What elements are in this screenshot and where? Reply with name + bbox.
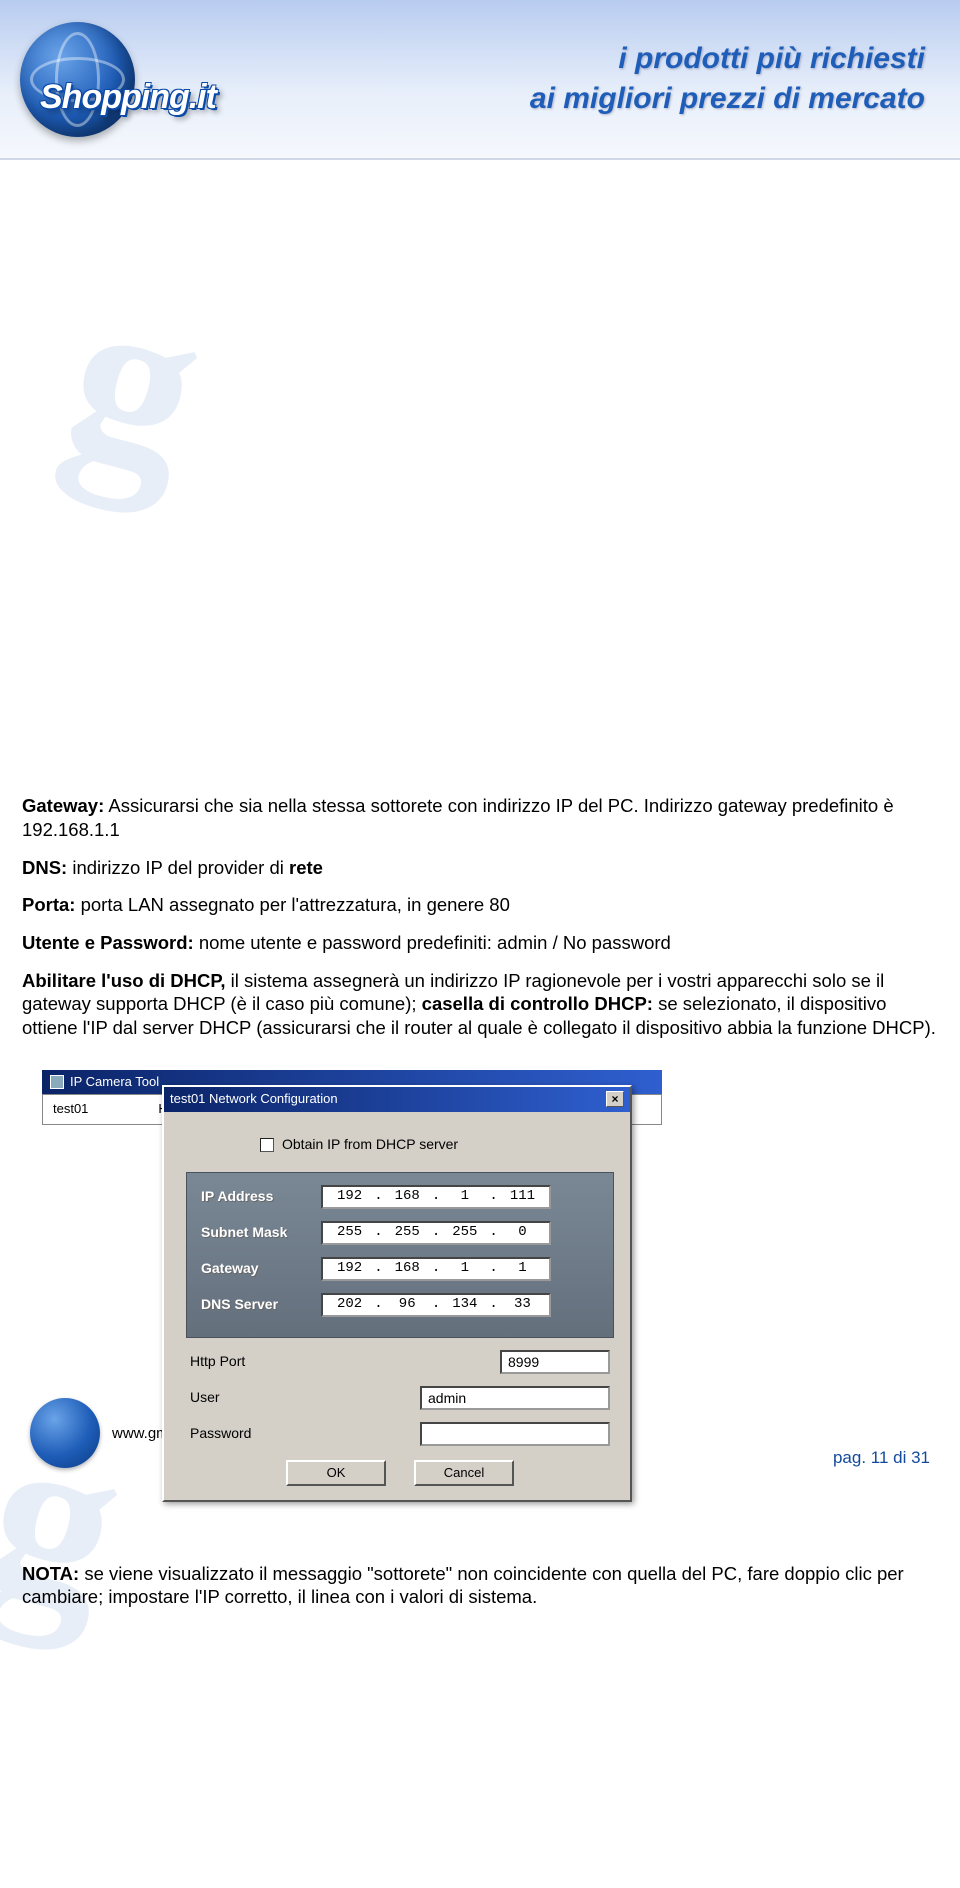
password-field[interactable] [420,1422,610,1446]
logo: Shopping.it [20,22,135,137]
dns-label: DNS Server [201,1296,321,1314]
label-dhcp: Abilitare l'uso di DHCP, [22,970,225,991]
ok-button[interactable]: OK [286,1460,386,1486]
tool-window: IP Camera Tool test01 Http://192.168. te… [42,1070,662,1502]
ip-group: IP Address 192.168.1.111 Subnet Mask 255… [186,1172,614,1338]
dhcp-checkbox-label: Obtain IP from DHCP server [282,1136,458,1154]
cancel-button[interactable]: Cancel [414,1460,514,1486]
para-dns: DNS: indirizzo IP del provider di rete [22,856,938,880]
subnet-mask-field[interactable]: 255.255.255.0 [321,1221,551,1245]
screenshot-embed: IP Camera Tool test01 Http://192.168. te… [22,1070,938,1502]
page-content: g g Gateway: Assicurarsi che sia nella s… [0,160,960,1609]
para-dhcp: Abilitare l'uso di DHCP, il sistema asse… [22,969,938,1040]
label-userpass: Utente e Password: [22,932,194,953]
dialog-title: test01 Network Configuration [170,1091,338,1108]
tagline-2: ai migliori prezzi di mercato [530,79,925,120]
dhcp-checkbox[interactable] [260,1138,274,1152]
label-porta: Porta: [22,894,75,915]
label-dns: DNS: [22,857,67,878]
label-gateway: Gateway: [22,795,104,816]
camera-name: test01 [53,1101,88,1118]
para-nota: NOTA: se viene visualizzato il messaggio… [22,1562,938,1609]
user-field[interactable]: admin [420,1386,610,1410]
dns-field[interactable]: 202.96.134.33 [321,1293,551,1317]
user-label: User [190,1389,310,1407]
para-gateway: Gateway: Assicurarsi che sia nella stess… [22,794,938,841]
port-label: Http Port [190,1353,310,1371]
network-config-dialog: test01 Network Configuration × Obtain IP… [162,1085,632,1502]
gateway-label: Gateway [201,1260,321,1278]
tool-title: IP Camera Tool [70,1074,159,1091]
header-tagline: i prodotti più richiesti ai migliori pre… [530,39,940,120]
mask-label: Subnet Mask [201,1224,321,1242]
logo-text: Shopping.it [40,78,216,117]
para-porta: Porta: porta LAN assegnato per l'attrezz… [22,893,938,917]
http-port-field[interactable]: 8999 [500,1350,610,1374]
para-userpass: Utente e Password: nome utente e passwor… [22,931,938,955]
header-banner: Shopping.it i prodotti più richiesti ai … [0,0,960,160]
label-nota: NOTA: [22,1563,79,1584]
dialog-titlebar: test01 Network Configuration × [164,1087,630,1112]
watermark-icon: g [38,217,960,751]
app-icon [50,1075,64,1089]
close-button[interactable]: × [606,1091,624,1107]
password-label: Password [190,1425,310,1443]
gateway-field[interactable]: 192.168.1.1 [321,1257,551,1281]
ip-address-field[interactable]: 192.168.1.111 [321,1185,551,1209]
tagline-1: i prodotti più richiesti [530,39,925,80]
ip-label: IP Address [201,1188,321,1206]
